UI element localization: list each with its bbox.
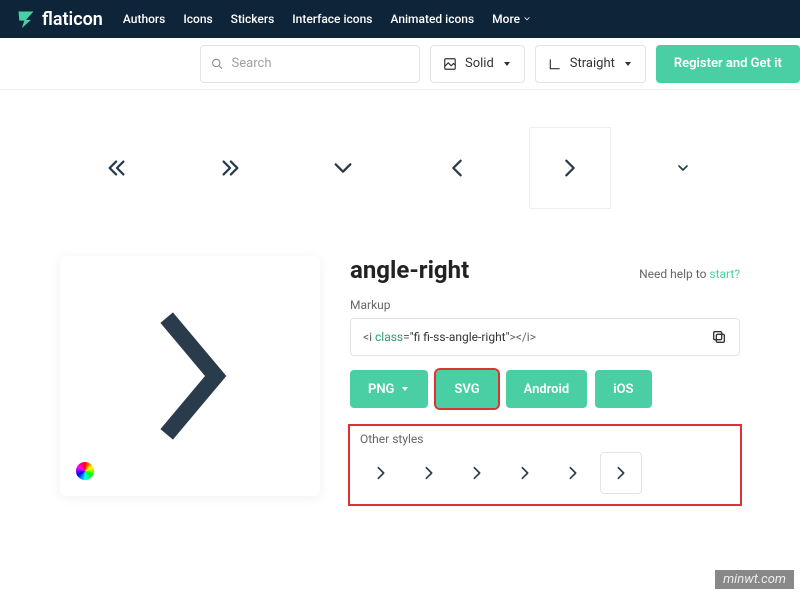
help-link[interactable]: start?	[709, 267, 740, 281]
search-bar: Solid Straight Register and Get it	[0, 38, 800, 90]
variant-angle-down[interactable]	[303, 128, 383, 208]
style-1[interactable]	[360, 452, 402, 494]
ios-button[interactable]: iOS	[595, 370, 651, 408]
angle-right-icon	[130, 306, 250, 446]
search-input[interactable]	[232, 56, 409, 71]
caret-down-icon	[623, 59, 633, 69]
help-text: Need help to start?	[639, 267, 740, 281]
nav-stickers[interactable]: Stickers	[231, 12, 275, 26]
png-button[interactable]: PNG	[350, 370, 428, 408]
style-2[interactable]	[408, 452, 450, 494]
logo[interactable]: flaticon	[16, 9, 103, 30]
markup-label: Markup	[350, 298, 740, 312]
chevron-down-icon	[523, 15, 531, 23]
style-3[interactable]	[456, 452, 498, 494]
logo-icon	[16, 9, 36, 29]
brand-text: flaticon	[42, 9, 103, 30]
icon-detail: angle-right Need help to start? Markup <…	[0, 236, 800, 524]
caret-down-icon	[400, 384, 410, 394]
top-nav: flaticon Authors Icons Stickers Interfac…	[0, 0, 800, 38]
nav-animated[interactable]: Animated icons	[390, 12, 474, 26]
nav-icons[interactable]: Icons	[183, 12, 212, 26]
android-button[interactable]: Android	[506, 370, 588, 408]
other-label: Other styles	[360, 432, 730, 446]
icon-preview	[60, 256, 320, 496]
nav-more[interactable]: More	[492, 12, 531, 26]
variant-angles-left[interactable]	[77, 128, 157, 208]
caret-down-icon	[502, 59, 512, 69]
icon-title: angle-right	[350, 256, 469, 284]
search-icon	[211, 57, 224, 71]
variant-angle-small-down[interactable]	[643, 128, 723, 208]
style-4[interactable]	[504, 452, 546, 494]
nav-authors[interactable]: Authors	[123, 12, 165, 26]
copy-icon[interactable]	[711, 329, 727, 345]
image-icon	[443, 57, 457, 71]
search-box[interactable]	[200, 45, 420, 83]
style-5[interactable]	[552, 452, 594, 494]
markup-box: <i class="fi fi-ss-angle-right"></i>	[350, 318, 740, 356]
register-button[interactable]: Register and Get it	[656, 45, 800, 83]
markup-code: <i class="fi fi-ss-angle-right"></i>	[363, 330, 536, 344]
filter-line[interactable]: Straight	[535, 45, 646, 83]
nav-links: Authors Icons Stickers Interface icons A…	[123, 12, 531, 26]
nav-interface[interactable]: Interface icons	[292, 12, 372, 26]
styles-row	[360, 452, 730, 494]
variant-angle-left[interactable]	[417, 128, 497, 208]
style-6[interactable]	[600, 452, 642, 494]
svg-button[interactable]: SVG	[436, 370, 497, 408]
other-styles: Other styles	[350, 426, 740, 504]
download-buttons: PNG SVG Android iOS	[350, 370, 740, 408]
variant-angle-right-selected[interactable]	[530, 128, 610, 208]
icon-variants-row	[0, 90, 800, 236]
icon-meta: angle-right Need help to start? Markup <…	[350, 256, 740, 504]
filter-style[interactable]: Solid	[430, 45, 525, 83]
ruler-icon	[548, 57, 562, 71]
color-picker-icon[interactable]	[76, 462, 94, 480]
watermark: minwt.com	[715, 570, 794, 589]
variant-angles-right[interactable]	[190, 128, 270, 208]
